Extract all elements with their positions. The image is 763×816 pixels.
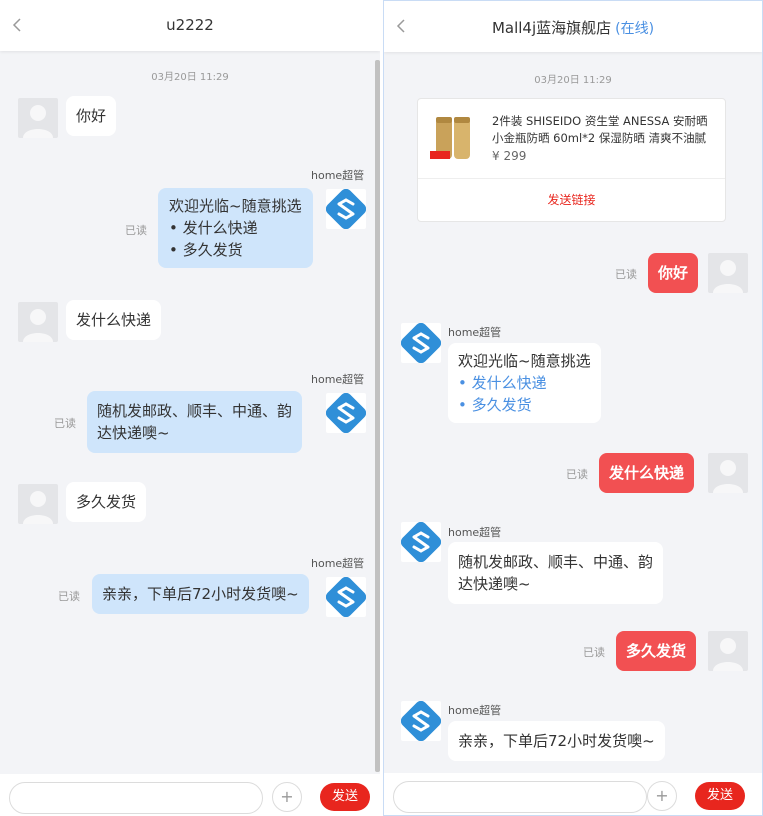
message-bubble: 欢迎光临~随意挑选 • 发什么快递 • 多久发货 xyxy=(158,188,313,268)
left-chat-pane: u2222 03月20日 11:29 你好 home超管 已读 欢迎光临~随意挑… xyxy=(0,0,380,816)
sender-name: home超管 xyxy=(311,169,365,182)
product-price: ¥ 299 xyxy=(492,149,527,163)
sender-name: home超管 xyxy=(448,704,502,717)
message-line: 随机发邮政、顺丰、中通、韵 xyxy=(97,402,293,420)
user-silhouette-icon xyxy=(713,260,743,293)
user-silhouette-icon xyxy=(23,309,53,342)
mall4j-logo-icon xyxy=(401,522,441,562)
message-bubble: 随机发邮政、顺丰、中通、韵 达快递噢~ xyxy=(448,542,664,604)
chat-footer: + 发送 xyxy=(384,773,762,815)
shop-name: Mall4j蓝海旗舰店 xyxy=(491,19,612,37)
read-status: 已读 xyxy=(615,268,637,281)
product-image xyxy=(428,111,483,163)
message-line: 达快递噢~ xyxy=(97,424,170,442)
user-silhouette-icon xyxy=(23,491,53,524)
user-avatar xyxy=(708,631,748,671)
sender-name: home超管 xyxy=(448,526,502,539)
user-silhouette-icon xyxy=(713,638,743,671)
send-link-button[interactable]: 发送链接 xyxy=(418,191,725,208)
user-silhouette-icon xyxy=(23,105,53,138)
user-avatar xyxy=(708,253,748,293)
scrollbar[interactable] xyxy=(375,60,380,772)
chat-title: u2222 xyxy=(166,16,214,34)
shop-avatar xyxy=(401,522,441,562)
chat-header: Mall4j蓝海旗舰店 (在线) xyxy=(384,1,762,52)
user-avatar xyxy=(18,302,58,342)
quick-reply-option[interactable]: • 多久发货 xyxy=(169,239,302,261)
message-bubble: 你好 xyxy=(648,253,699,293)
message-bubble: 你好 xyxy=(66,96,117,136)
chat-timestamp: 03月20日 11:29 xyxy=(151,72,229,83)
message-bubble: 发什么快递 xyxy=(66,300,162,340)
chat-header: u2222 xyxy=(0,0,380,51)
plus-button[interactable]: + xyxy=(272,782,302,812)
shop-avatar xyxy=(326,189,366,229)
read-status: 已读 xyxy=(583,646,605,659)
chat-title: Mall4j蓝海旗舰店 (在线) xyxy=(384,17,762,38)
shop-avatar xyxy=(401,323,441,363)
sender-name: home超管 xyxy=(311,373,365,386)
message-line: 欢迎光临~随意挑选 xyxy=(458,352,591,370)
plus-button[interactable]: + xyxy=(647,781,677,811)
message-bubble: 发什么快递 xyxy=(599,453,695,493)
message-input[interactable] xyxy=(9,782,263,814)
mall4j-logo-icon xyxy=(401,701,441,741)
shop-avatar xyxy=(401,701,441,741)
message-line: 随机发邮政、顺丰、中通、韵 xyxy=(458,553,654,571)
chat-timestamp: 03月20日 11:29 xyxy=(534,75,612,86)
user-avatar xyxy=(18,484,58,524)
sender-name: home超管 xyxy=(311,557,365,570)
mall4j-logo-icon xyxy=(401,323,441,363)
user-silhouette-icon xyxy=(713,460,743,493)
message-bubble: 亲亲，下单后72小时发货噢~ xyxy=(448,721,665,761)
quick-reply-option[interactable]: • 多久发货 xyxy=(458,394,591,416)
quick-reply-option[interactable]: • 发什么快递 xyxy=(169,217,302,239)
message-bubble: 亲亲，下单后72小时发货噢~ xyxy=(92,574,309,614)
quick-reply-option[interactable]: • 发什么快递 xyxy=(458,372,591,394)
shop-avatar xyxy=(326,577,366,617)
read-status: 已读 xyxy=(58,590,80,603)
read-status: 已读 xyxy=(54,417,76,430)
send-button[interactable]: 发送 xyxy=(320,783,370,811)
user-avatar xyxy=(18,98,58,138)
mall4j-logo-icon xyxy=(326,577,366,617)
message-bubble: 随机发邮政、顺丰、中通、韵 达快递噢~ xyxy=(87,391,303,453)
message-input[interactable] xyxy=(393,781,647,813)
online-status: (在线) xyxy=(615,21,655,37)
read-status: 已读 xyxy=(566,468,588,481)
right-chat-pane: Mall4j蓝海旗舰店 (在线) 03月20日 11:29 2件装 SHISEID… xyxy=(383,0,763,816)
message-bubble: 欢迎光临~随意挑选 • 发什么快递 • 多久发货 xyxy=(448,343,601,423)
product-card[interactable]: 2件装 SHISEIDO 资生堂 ANESSA 安耐晒 小金瓶防晒 60ml*2… xyxy=(417,98,726,222)
divider xyxy=(418,178,725,179)
sender-name: home超管 xyxy=(448,326,502,339)
mall4j-logo-icon xyxy=(326,189,366,229)
shop-avatar xyxy=(326,393,366,433)
product-title: 2件装 SHISEIDO 资生堂 ANESSA 安耐晒 小金瓶防晒 60ml*2… xyxy=(492,114,708,145)
chat-footer: + 发送 xyxy=(0,774,380,816)
message-bubble: 多久发货 xyxy=(66,482,147,522)
message-line: 欢迎光临~随意挑选 xyxy=(169,197,302,215)
user-avatar xyxy=(708,453,748,493)
message-line: 达快递噢~ xyxy=(458,575,531,593)
mall4j-logo-icon xyxy=(326,393,366,433)
message-bubble: 多久发货 xyxy=(616,631,697,671)
send-button[interactable]: 发送 xyxy=(695,782,745,810)
read-status: 已读 xyxy=(125,224,147,237)
